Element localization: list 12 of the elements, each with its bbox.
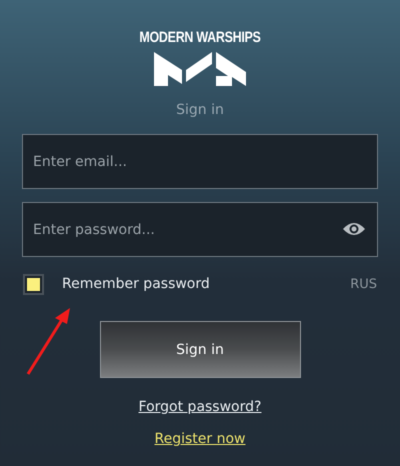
- remember-label: Remember password: [62, 276, 210, 292]
- register-link[interactable]: Register now: [154, 431, 246, 447]
- logo-icon: [152, 50, 248, 88]
- eye-icon[interactable]: [342, 221, 366, 237]
- logo-text: MODERN WARSHIPS: [139, 28, 261, 46]
- forgot-password-link[interactable]: Forgot password?: [138, 399, 262, 415]
- email-field[interactable]: Enter email...: [22, 134, 378, 189]
- sign-in-heading: Sign in: [176, 102, 224, 118]
- remember-checkbox[interactable]: [23, 274, 44, 294]
- password-field[interactable]: Enter password...: [22, 202, 378, 257]
- sign-in-button[interactable]: Sign in: [100, 321, 300, 378]
- language-selector[interactable]: RUS: [350, 276, 377, 292]
